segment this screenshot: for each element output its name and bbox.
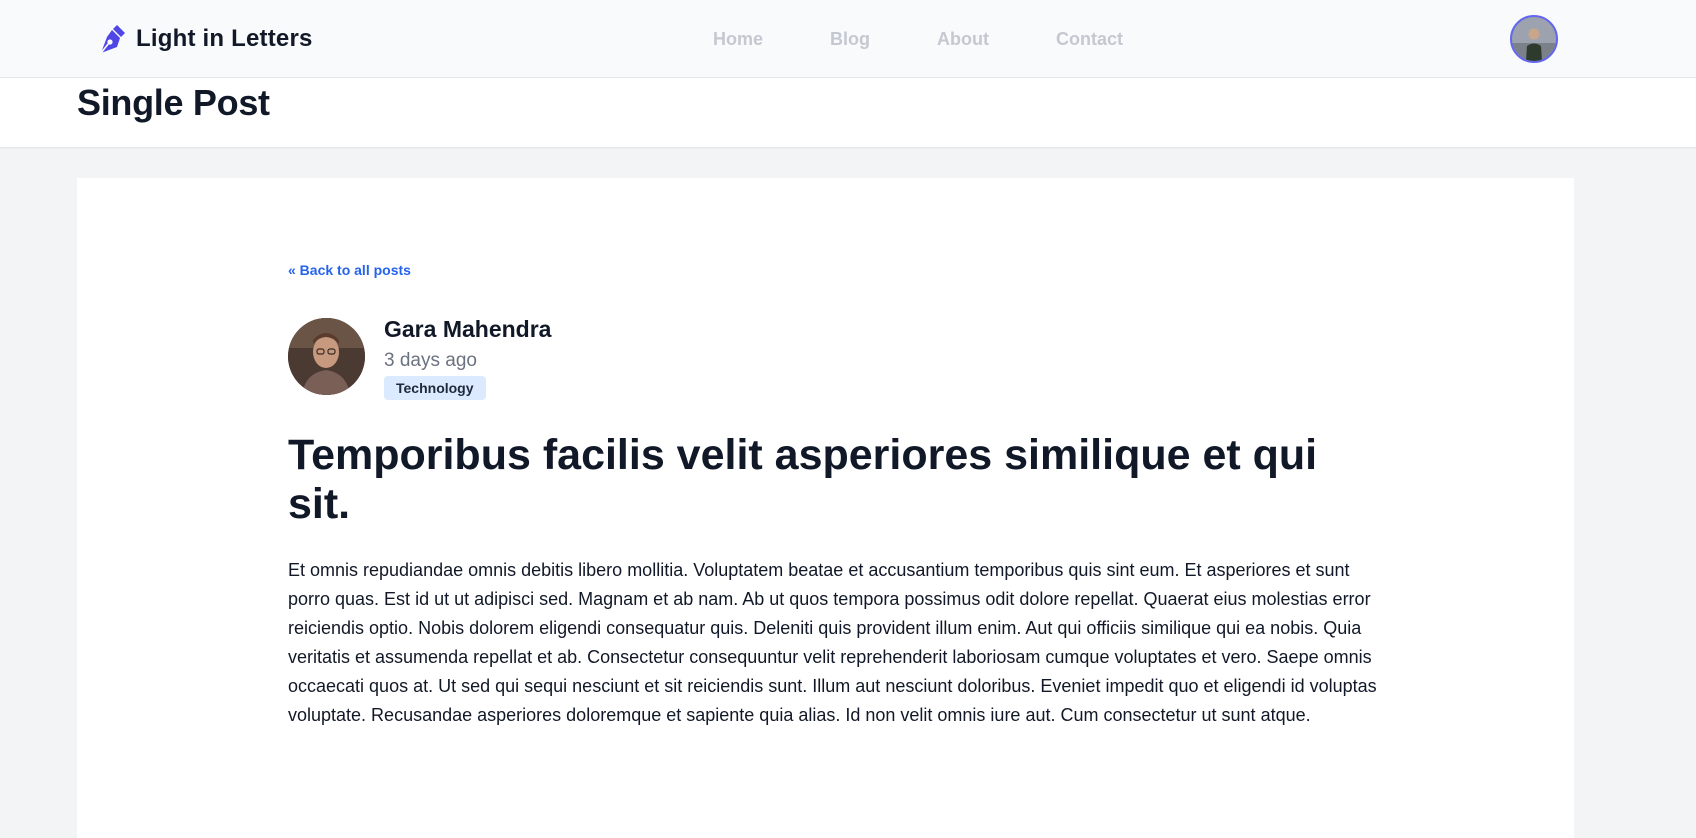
back-to-posts-link[interactable]: « Back to all posts [288, 262, 411, 278]
pen-nib-icon [100, 25, 125, 54]
post-card: « Back to all posts Gara Mahendra 3 days… [77, 178, 1574, 838]
post-body: Et omnis repudiandae omnis debitis liber… [288, 560, 1377, 725]
user-avatar-image [1512, 17, 1556, 61]
page-title: Single Post [77, 82, 270, 123]
author-avatar-image [288, 318, 365, 395]
author-name: Gara Mahendra [384, 316, 552, 342]
top-navbar: Light in Letters Home Blog About Contact [0, 0, 1696, 78]
category-badge[interactable]: Technology [384, 376, 486, 400]
nav-link-home[interactable]: Home [713, 28, 763, 50]
post-timestamp: 3 days ago [384, 350, 477, 371]
user-avatar[interactable] [1510, 15, 1558, 63]
author-avatar [288, 318, 365, 395]
nav-link-about[interactable]: About [937, 28, 989, 50]
nav-link-contact[interactable]: Contact [1056, 28, 1123, 50]
nav-link-blog[interactable]: Blog [830, 28, 870, 50]
brand-link[interactable]: Light in Letters [94, 22, 313, 56]
main-nav: Home Blog About Contact [713, 28, 1123, 50]
page-header: Single Post [0, 78, 1696, 148]
brand-name: Light in Letters [136, 25, 313, 52]
post-title: Temporibus facilis velit asperiores simi… [288, 431, 1318, 528]
